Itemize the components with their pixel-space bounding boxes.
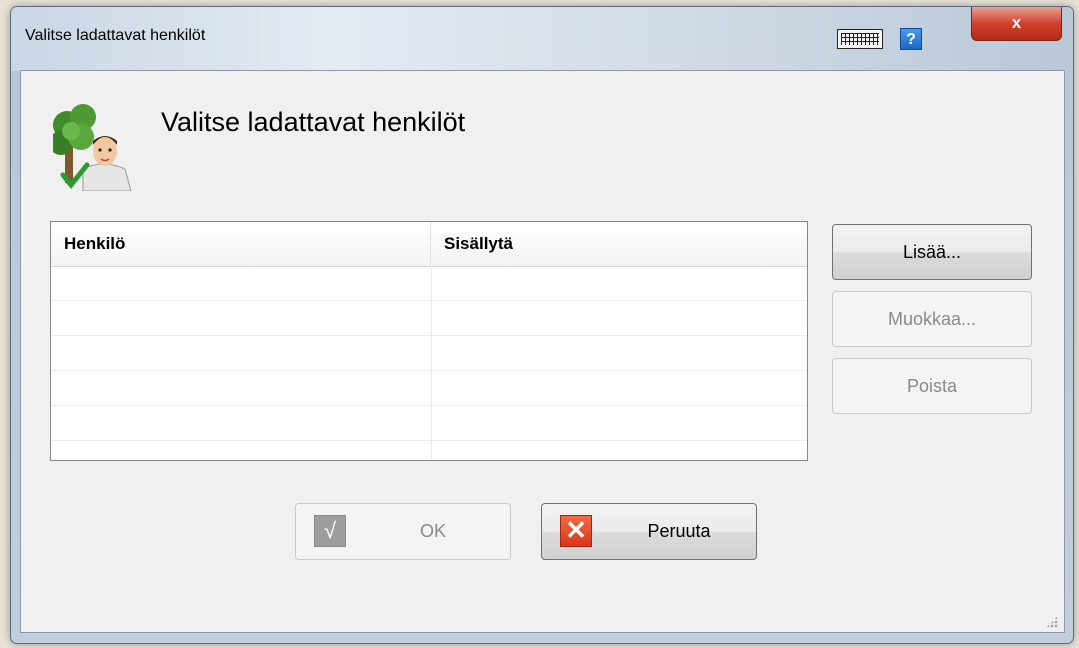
edit-button[interactable]: Muokkaa... (832, 291, 1032, 347)
close-x-icon: ✕ (560, 515, 592, 547)
add-button[interactable]: Lisää... (832, 224, 1032, 280)
dialog-content: Valitse ladattavat henkilöt Henkilö Sisä… (20, 70, 1065, 633)
person-tree-check-icon (53, 104, 132, 191)
column-header-person[interactable]: Henkilö (51, 222, 431, 266)
table-header: Henkilö Sisällytä (51, 222, 807, 267)
help-icon[interactable]: ? (900, 28, 922, 50)
keyboard-icon[interactable] (837, 29, 883, 49)
window-title: Valitse ladattavat henkilöt (25, 27, 206, 44)
table-row[interactable] (51, 406, 807, 441)
checkmark-icon: √ (314, 515, 346, 547)
table-row[interactable] (51, 336, 807, 371)
dialog-window: Valitse ladattavat henkilöt ? x Valitse … (10, 6, 1074, 644)
persons-table[interactable]: Henkilö Sisällytä (50, 221, 808, 461)
column-header-include[interactable]: Sisällytä (431, 222, 808, 266)
table-row[interactable] (51, 301, 807, 336)
cancel-label: Peruuta (647, 521, 711, 541)
title-bar[interactable]: Valitse ladattavat henkilöt ? (11, 7, 1073, 71)
dialog-heading: Valitse ladattavat henkilöt (161, 107, 466, 137)
remove-button[interactable]: Poista (832, 358, 1032, 414)
ok-label: OK (419, 521, 446, 541)
resize-grip-icon[interactable] (1046, 616, 1058, 628)
table-row[interactable] (51, 266, 807, 301)
table-row[interactable] (51, 441, 807, 460)
ok-button[interactable]: √ OK (295, 503, 511, 560)
close-button[interactable]: x (971, 7, 1062, 41)
table-row[interactable] (51, 371, 807, 406)
cancel-button[interactable]: ✕ Peruuta (541, 503, 757, 560)
